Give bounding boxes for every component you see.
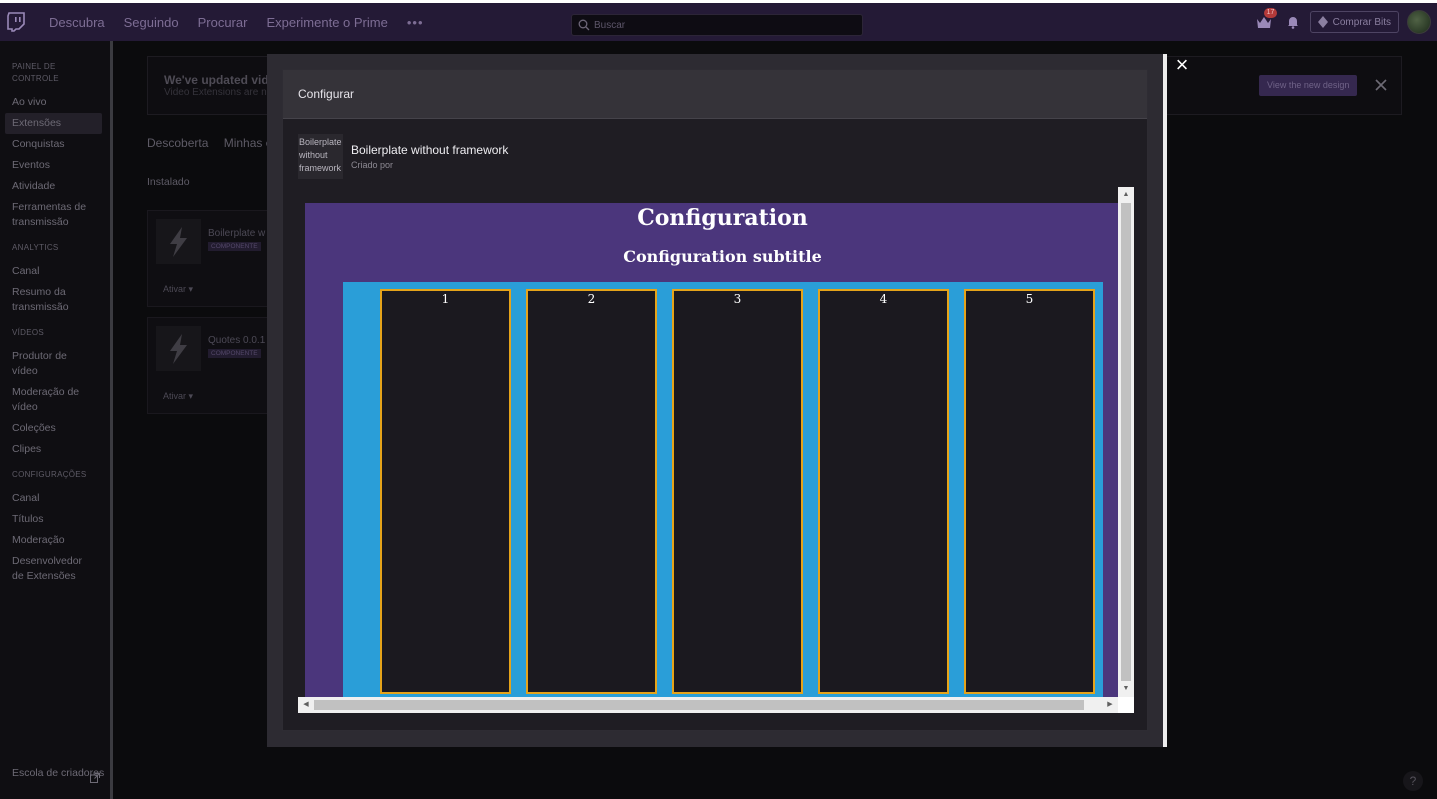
prime-crown-icon[interactable]: 17: [1256, 8, 1278, 29]
extension-card-name: Quotes 0.0.1: [208, 335, 266, 346]
nav-browse[interactable]: Procurar: [198, 15, 248, 30]
activate-dropdown[interactable]: Ativar ▾: [163, 391, 193, 402]
sidebar-item-video-producer[interactable]: Produtor de vídeo: [5, 346, 102, 382]
modal-close-button[interactable]: ×: [1172, 54, 1192, 76]
sidebar-item-video-moderation[interactable]: Moderação de vídeo: [5, 382, 102, 418]
config-column: 3: [672, 289, 803, 694]
sidebar-item-activity[interactable]: Atividade: [5, 176, 102, 197]
sidebar-section-videos: VÍDEOS: [12, 328, 45, 337]
config-column: 1: [380, 289, 511, 694]
config-column: 5: [964, 289, 1095, 694]
activate-label: Ativar: [163, 391, 187, 401]
extension-name: Boilerplate without framework: [351, 143, 509, 157]
config-iframe: Configuration Configuration subtitle 1 2…: [298, 187, 1134, 713]
banner-close-icon[interactable]: [1371, 75, 1391, 95]
sidebar-item-clips[interactable]: Clipes: [5, 439, 102, 460]
sidebar-item-live[interactable]: Ao vivo: [5, 92, 102, 113]
buy-bits-label: Comprar Bits: [1332, 16, 1391, 28]
dashboard-sidebar: PAINEL DE CONTROLE Ao vivo Extensões Con…: [0, 41, 113, 799]
installed-heading: Instalado: [147, 176, 190, 188]
config-column: 4: [818, 289, 949, 694]
chevron-down-icon: ▾: [188, 391, 194, 401]
sidebar-item-channel-settings[interactable]: Canal: [5, 488, 102, 509]
extensions-tabs: Descoberta Minhas e: [147, 136, 284, 150]
view-new-design-button[interactable]: View the new design: [1259, 75, 1358, 96]
config-content: Configuration Configuration subtitle 1 2…: [305, 203, 1118, 697]
creator-camp-link[interactable]: Escola de criadores: [12, 766, 107, 783]
vertical-scrollbar[interactable]: ▲ ▼: [1118, 187, 1134, 697]
lightning-icon: [156, 326, 201, 371]
config-columns-container: 1 2 3 4 5: [343, 282, 1103, 697]
vertical-scroll-thumb[interactable]: [1121, 203, 1131, 681]
activate-dropdown[interactable]: Ativar ▾: [163, 284, 193, 295]
scroll-right-arrow-icon[interactable]: ▶: [1102, 697, 1118, 713]
sidebar-item-broadcast-tools[interactable]: Ferramentas de transmissão: [5, 197, 102, 233]
sidebar-section-dashboard: PAINEL DE CONTROLE: [12, 62, 59, 83]
created-by-label: Criado por: [351, 160, 394, 170]
config-subtitle: Configuration subtitle: [623, 247, 822, 266]
sidebar-item-extensions[interactable]: Extensões: [5, 113, 102, 134]
search-icon: [578, 19, 590, 31]
lightning-icon: [156, 219, 201, 264]
sidebar-item-collections[interactable]: Coleções: [5, 418, 102, 439]
user-avatar[interactable]: [1407, 10, 1431, 34]
horizontal-scroll-thumb[interactable]: [314, 700, 1084, 710]
tab-discovery[interactable]: Descoberta: [147, 136, 208, 150]
sidebar-item-titles[interactable]: Títulos: [5, 509, 102, 530]
buy-bits-button[interactable]: Comprar Bits: [1309, 11, 1399, 33]
nav-prime[interactable]: Experimente o Prime: [266, 15, 387, 30]
notification-count-badge: 17: [1263, 8, 1278, 18]
banner-subtitle: Video Extensions are n: [164, 87, 267, 98]
extension-image-broken: Boilerplate without framework: [298, 134, 343, 179]
extension-card-name: Boilerplate w: [208, 228, 266, 239]
bell-icon[interactable]: [1286, 15, 1300, 29]
twitch-logo-icon[interactable]: [7, 12, 27, 32]
sidebar-item-moderation[interactable]: Moderação: [5, 530, 102, 551]
chevron-down-icon: ▾: [188, 284, 194, 294]
component-tag: COMPONENTE: [208, 349, 261, 358]
scroll-down-arrow-icon[interactable]: ▼: [1118, 681, 1134, 697]
config-title: Configuration: [637, 205, 808, 231]
external-link-icon: [90, 773, 100, 783]
nav-discover[interactable]: Descubra: [49, 15, 105, 30]
help-button[interactable]: ?: [1403, 771, 1423, 791]
sidebar-item-extension-developer[interactable]: Desenvolvedor de Extensões: [5, 551, 102, 587]
sidebar-section-analytics: ANALYTICS: [12, 243, 59, 252]
scroll-up-arrow-icon[interactable]: ▲: [1118, 187, 1134, 203]
horizontal-scrollbar[interactable]: ◀ ▶: [298, 697, 1118, 713]
configure-modal: Configurar Boilerplate without framework…: [282, 69, 1148, 731]
component-tag: COMPONENTE: [208, 242, 261, 251]
activate-label: Ativar: [163, 284, 187, 294]
sidebar-section-settings: CONFIGURAÇÕES: [12, 470, 87, 479]
search-placeholder: Buscar: [594, 19, 626, 31]
scroll-left-arrow-icon[interactable]: ◀: [298, 697, 314, 713]
sidebar-item-stream-summary[interactable]: Resumo da transmissão: [5, 282, 102, 318]
config-column: 2: [526, 289, 657, 694]
top-navigation-bar: Descubra Seguindo Procurar Experimente o…: [0, 0, 1437, 41]
modal-overlay-edge: [1163, 54, 1167, 747]
sidebar-item-events[interactable]: Eventos: [5, 155, 102, 176]
more-icon[interactable]: •••: [407, 15, 424, 30]
config-iframe-viewport: Configuration Configuration subtitle 1 2…: [298, 187, 1118, 697]
sidebar-item-channel-analytics[interactable]: Canal: [5, 261, 102, 282]
search-input[interactable]: Buscar: [571, 14, 863, 36]
tab-my-extensions[interactable]: Minhas e: [224, 136, 273, 150]
sidebar-item-achievements[interactable]: Conquistas: [5, 134, 102, 155]
bits-icon: [1317, 16, 1328, 28]
nav-following[interactable]: Seguindo: [124, 15, 179, 30]
modal-title: Configurar: [283, 70, 1147, 119]
banner-title: We've updated vid: [164, 73, 269, 87]
